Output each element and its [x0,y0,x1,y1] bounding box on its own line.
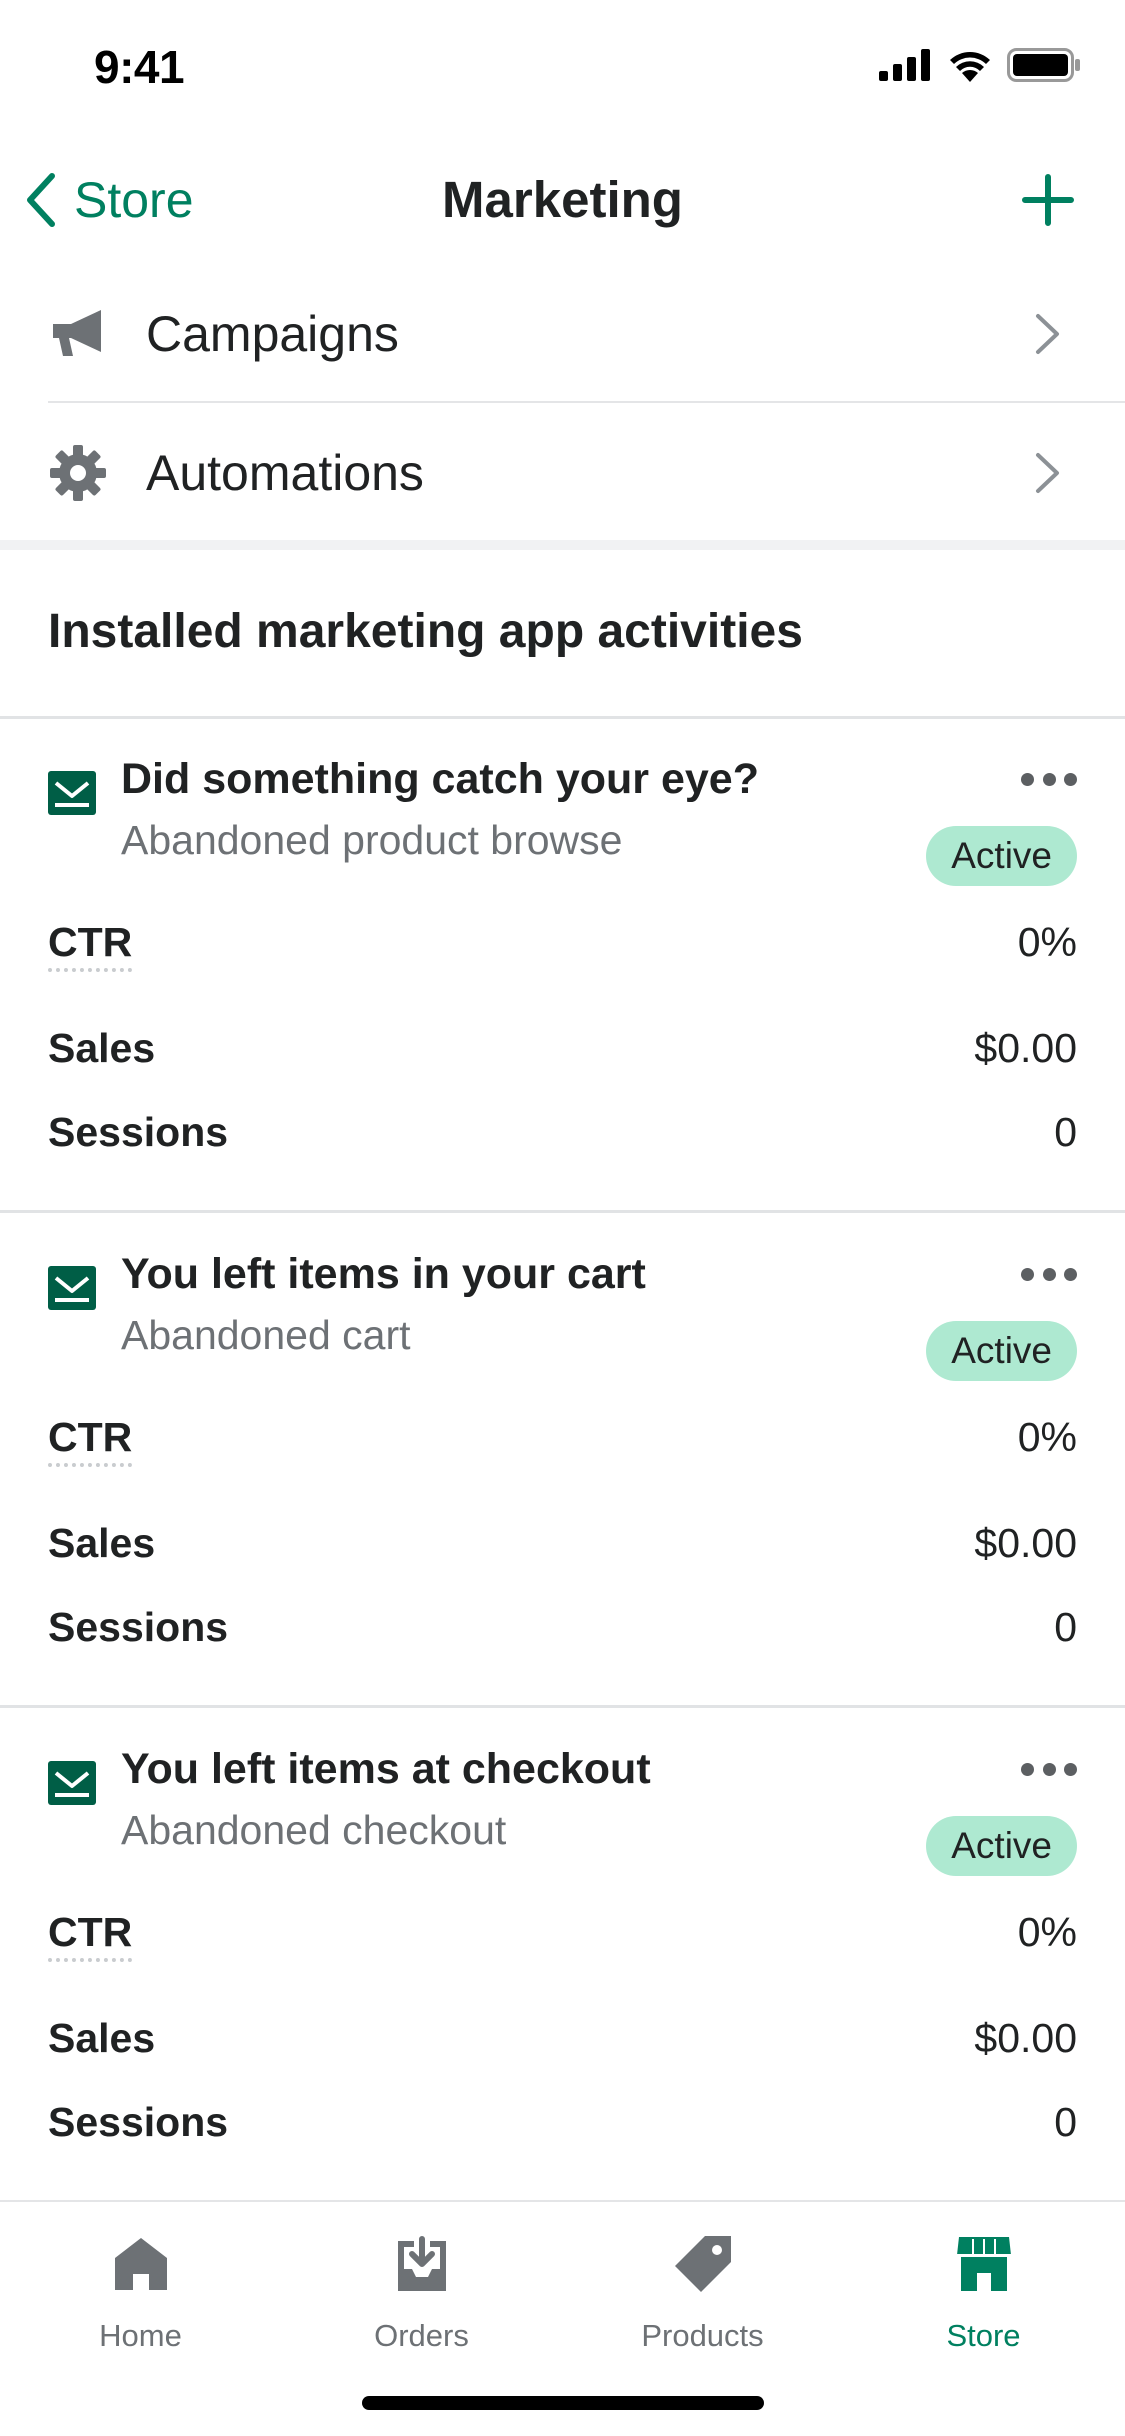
metric-label-ctr[interactable]: CTR [48,1909,133,1962]
card-divider [0,1705,1125,1708]
metric-label-ctr[interactable]: CTR [48,1414,133,1467]
navigation-bar: Store Marketing [0,135,1125,265]
tab-products[interactable]: Products [562,2232,843,2354]
tab-label: Orders [374,2318,469,2353]
tab-label: Home [99,2318,182,2353]
chevron-right-icon [1036,314,1059,354]
more-dot-icon [1064,1267,1077,1281]
activity-subtitle: Abandoned product browse [121,817,623,863]
activity-card: You left items in your cart Abandoned ca… [0,1214,1125,1704]
more-actions-button[interactable] [1021,1262,1077,1286]
more-dot-icon [1042,1762,1056,1776]
email-icon [48,1761,96,1805]
section-separator [0,540,1125,550]
card-divider [0,1210,1125,1213]
tab-orders[interactable]: Orders [281,2232,562,2354]
metric-value-sessions: 0 [1054,2099,1077,2145]
menu-item-campaigns[interactable]: Campaigns [0,265,1125,403]
status-icons [879,48,1081,82]
more-dot-icon [1064,772,1077,786]
metric-value-ctr: 0% [1017,1909,1077,1955]
activity-card: Did something catch your eye? Abandoned … [0,719,1125,1209]
metric-value-ctr: 0% [1017,1414,1077,1460]
activity-card: You left items at checkout Abandoned che… [0,1709,1125,2199]
metric-value-sessions: 0 [1054,1109,1077,1155]
metric-label-sales: Sales [48,2015,156,2061]
add-button[interactable] [1013,165,1083,235]
row-divider [48,401,1125,403]
tab-label: Products [641,2318,764,2353]
megaphone-icon [48,304,108,364]
more-dot-icon [1064,1762,1077,1776]
metric-value-sales: $0.00 [974,1025,1077,1071]
email-icon [48,1266,96,1310]
email-icon [48,771,96,815]
more-actions-button[interactable] [1021,767,1077,791]
store-icon [952,2232,1016,2296]
battery-icon [1007,48,1080,82]
home-indicator [362,2396,764,2410]
more-dot-icon [1021,772,1034,786]
chevron-right-icon [1036,453,1059,493]
activity-title: Did something catch your eye? [121,755,759,803]
activity-subtitle: Abandoned checkout [121,1807,507,1853]
cellular-signal-icon [879,49,930,81]
wifi-icon [950,52,990,82]
tab-label: Store [946,2318,1021,2353]
metric-label-sessions: Sessions [48,1109,229,1155]
activity-title: You left items in your cart [121,1250,646,1298]
metric-label-sessions: Sessions [48,2099,229,2145]
activity-subtitle: Abandoned cart [121,1312,411,1358]
metric-value-sessions: 0 [1054,1604,1077,1650]
metric-value-ctr: 0% [1017,919,1077,965]
status-badge: Active [926,1321,1077,1381]
metric-label-sales: Sales [48,1520,156,1566]
metric-label-sales: Sales [48,1025,156,1071]
menu-item-automations[interactable]: Automations [0,404,1125,542]
status-time: 9:41 [94,41,185,93]
more-actions-button[interactable] [1021,1757,1077,1781]
home-icon [109,2232,173,2296]
status-badge: Active [926,1816,1077,1876]
metric-label-sessions: Sessions [48,1604,229,1650]
section-title: Installed marketing app activities [48,605,803,658]
menu-item-label: Automations [146,445,424,501]
orders-icon [390,2232,454,2296]
more-dot-icon [1021,1762,1034,1776]
plus-icon [1022,174,1074,226]
status-bar: 9:41 [0,0,1125,135]
metric-value-sales: $0.00 [974,2015,1077,2061]
tag-icon [671,2232,735,2296]
tab-home[interactable]: Home [0,2232,281,2354]
tab-store[interactable]: Store [843,2232,1124,2354]
status-badge: Active [926,826,1077,886]
page-title: Marketing [442,171,683,228]
activity-title: You left items at checkout [121,1745,651,1793]
more-dot-icon [1042,772,1056,786]
gear-icon [48,443,108,503]
more-dot-icon [1021,1267,1034,1281]
menu-item-label: Campaigns [146,306,399,362]
more-dot-icon [1042,1267,1056,1281]
metric-value-sales: $0.00 [974,1520,1077,1566]
metric-label-ctr[interactable]: CTR [48,919,133,972]
